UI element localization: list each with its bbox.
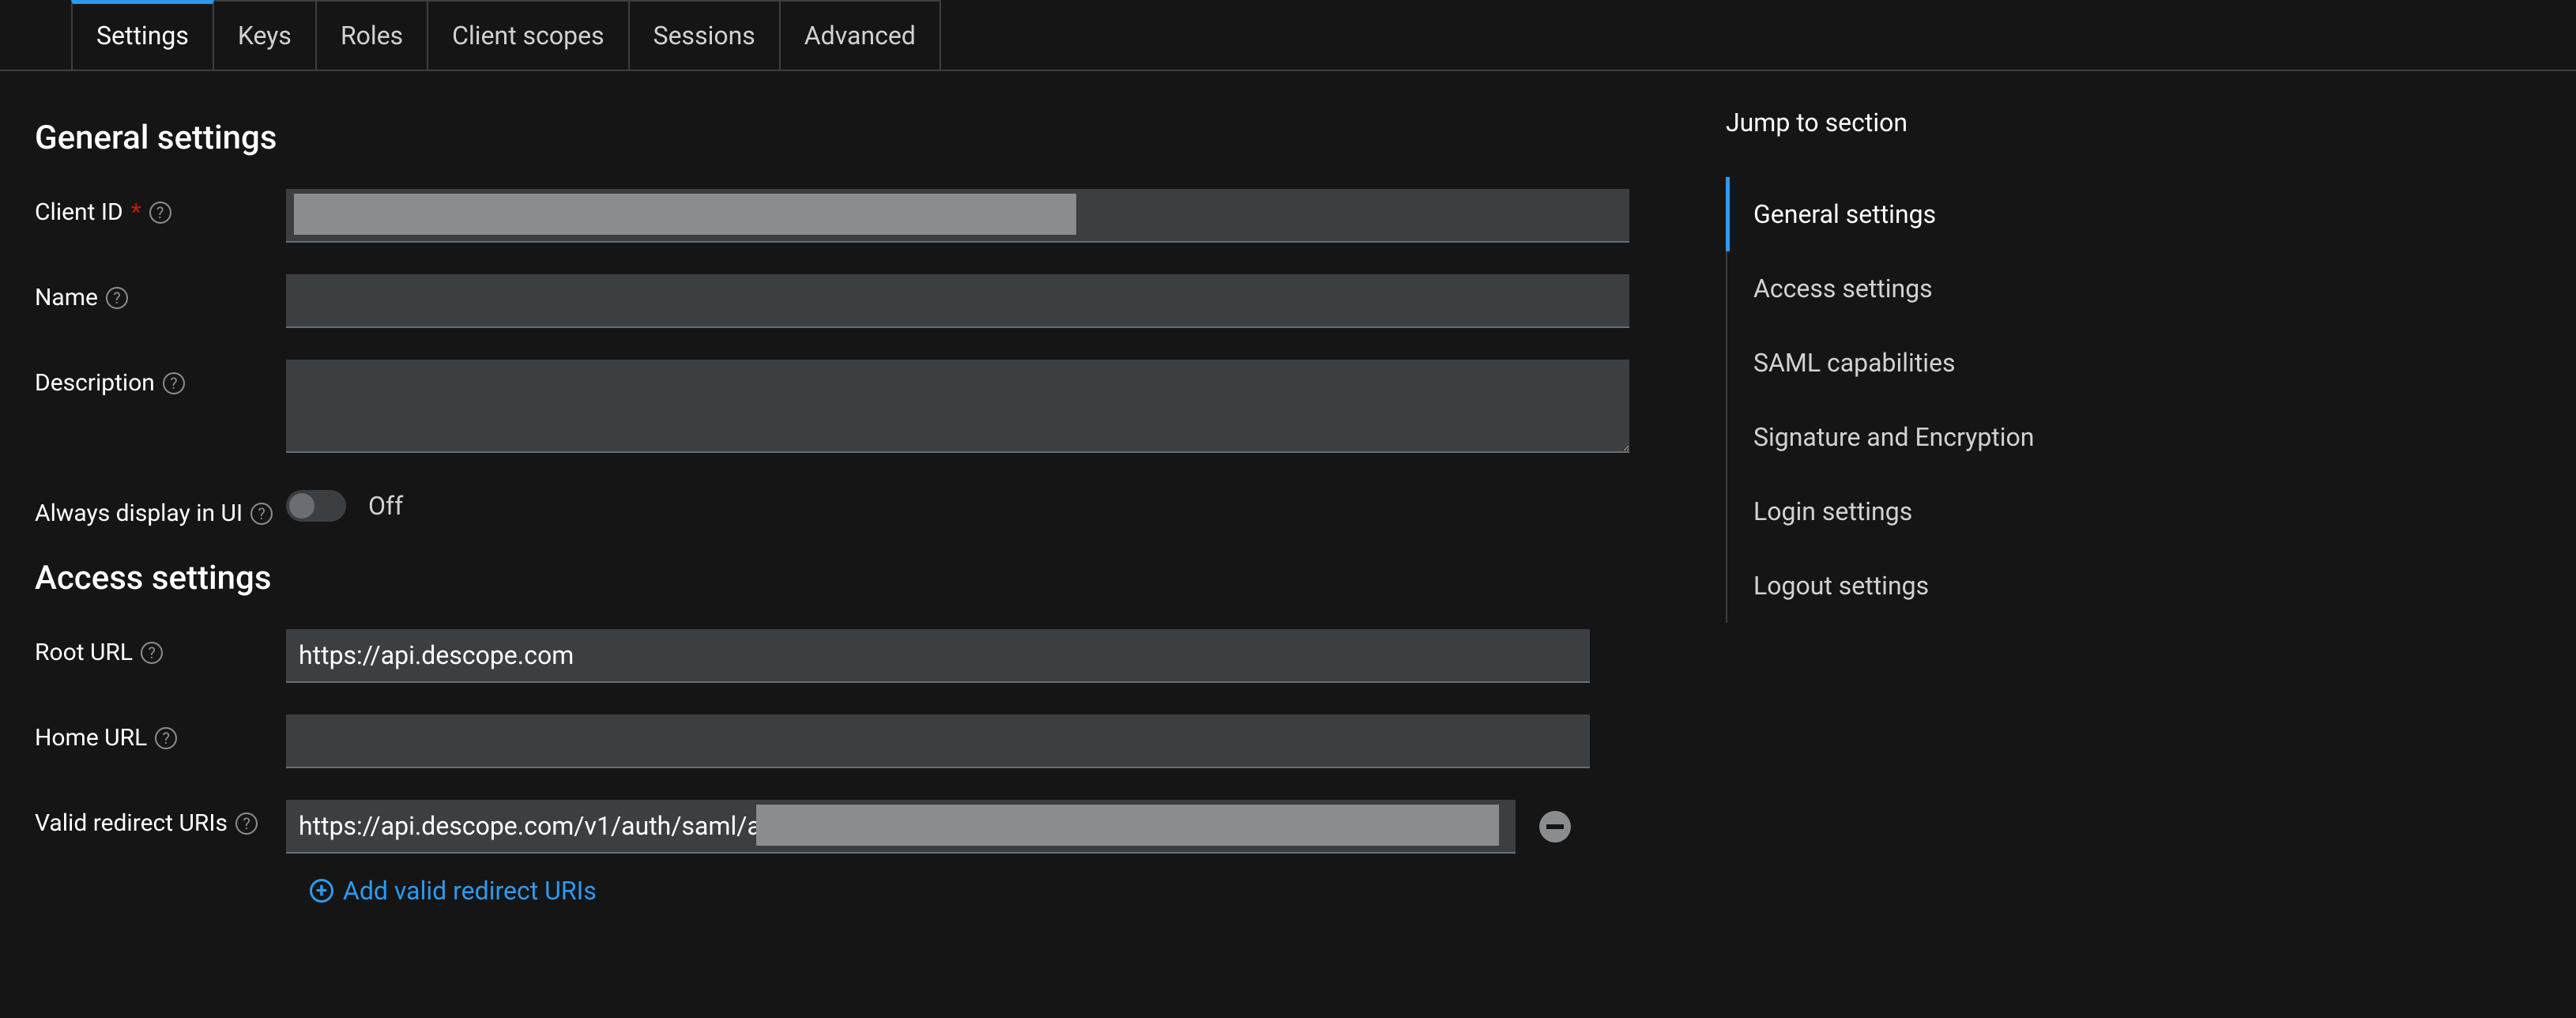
root-url-input[interactable] bbox=[286, 629, 1590, 683]
help-icon[interactable]: ? bbox=[235, 813, 258, 835]
jump-to-section-sidebar: Jump to section General settings Access … bbox=[1726, 103, 2152, 937]
help-icon[interactable]: ? bbox=[106, 287, 128, 309]
jump-signature-encryption[interactable]: Signature and Encryption bbox=[1726, 400, 2152, 474]
help-icon[interactable]: ? bbox=[141, 642, 163, 664]
access-settings-title: Access settings bbox=[35, 559, 1678, 598]
client-id-label: Client ID bbox=[35, 198, 123, 226]
always-display-row: Always display in UI ? Off bbox=[35, 490, 1678, 527]
jump-general-settings[interactable]: General settings bbox=[1726, 177, 2152, 251]
tabs-bar: Settings Keys Roles Client scopes Sessio… bbox=[0, 0, 2576, 71]
valid-redirect-uris-row: Valid redirect URIs ? + Add valid redire… bbox=[35, 800, 1678, 906]
jump-access-settings[interactable]: Access settings bbox=[1726, 251, 2152, 326]
general-settings-title: General settings bbox=[35, 119, 1678, 157]
jump-nav: General settings Access settings SAML ca… bbox=[1726, 177, 2152, 623]
jump-login-settings[interactable]: Login settings bbox=[1726, 474, 2152, 549]
name-row: Name ? bbox=[35, 274, 1678, 328]
always-display-label: Always display in UI bbox=[35, 500, 243, 527]
help-icon[interactable]: ? bbox=[149, 202, 171, 224]
tab-keys[interactable]: Keys bbox=[214, 0, 317, 70]
add-redirect-uri-link[interactable]: + Add valid redirect URIs bbox=[310, 876, 1678, 906]
plus-circle-icon: + bbox=[310, 879, 333, 903]
tab-sessions[interactable]: Sessions bbox=[630, 0, 781, 70]
description-row: Description ? bbox=[35, 360, 1678, 458]
tab-settings[interactable]: Settings bbox=[71, 0, 214, 70]
toggle-state-label: Off bbox=[368, 491, 403, 521]
name-label: Name bbox=[35, 284, 98, 311]
minus-icon bbox=[1546, 824, 1564, 829]
jump-logout-settings[interactable]: Logout settings bbox=[1726, 549, 2152, 623]
home-url-input[interactable] bbox=[286, 714, 1590, 768]
valid-redirect-uris-label: Valid redirect URIs bbox=[35, 809, 228, 837]
home-url-label: Home URL bbox=[35, 724, 147, 752]
jump-saml-capabilities[interactable]: SAML capabilities bbox=[1726, 326, 2152, 400]
tab-roles[interactable]: Roles bbox=[317, 0, 428, 70]
description-label: Description bbox=[35, 369, 155, 397]
always-display-toggle[interactable] bbox=[286, 490, 346, 522]
client-id-row: Client ID * ? bbox=[35, 189, 1678, 243]
root-url-row: Root URL ? bbox=[35, 629, 1678, 683]
tab-advanced[interactable]: Advanced bbox=[781, 0, 941, 70]
help-icon[interactable]: ? bbox=[163, 372, 185, 394]
tab-client-scopes[interactable]: Client scopes bbox=[428, 0, 629, 70]
home-url-row: Home URL ? bbox=[35, 714, 1678, 768]
description-textarea[interactable] bbox=[286, 360, 1629, 453]
client-id-input[interactable] bbox=[286, 189, 1629, 243]
redirect-uri-input[interactable] bbox=[286, 800, 1516, 854]
jump-to-section-title: Jump to section bbox=[1726, 107, 2152, 138]
toggle-handle bbox=[289, 493, 314, 518]
help-icon[interactable]: ? bbox=[155, 727, 177, 749]
required-indicator: * bbox=[131, 198, 141, 226]
name-input[interactable] bbox=[286, 274, 1629, 328]
add-redirect-uri-label: Add valid redirect URIs bbox=[343, 876, 597, 906]
root-url-label: Root URL bbox=[35, 639, 133, 666]
help-icon[interactable]: ? bbox=[250, 503, 273, 525]
remove-uri-button[interactable] bbox=[1539, 811, 1571, 843]
